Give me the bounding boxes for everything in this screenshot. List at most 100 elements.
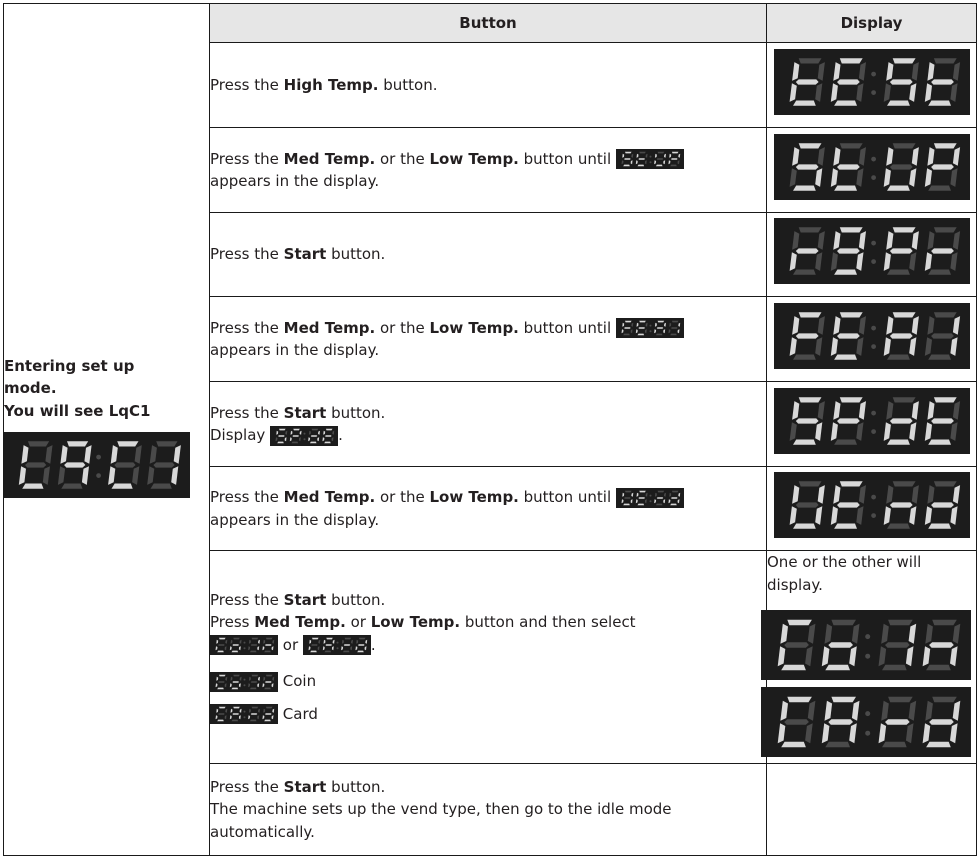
- segment-a: [892, 142, 916, 149]
- step-4-display: [766, 296, 977, 382]
- segment-g: [656, 158, 664, 160]
- segment-g: [930, 248, 954, 254]
- segment-a: [293, 428, 300, 430]
- segment-g: [623, 327, 631, 329]
- colon-dot: [870, 71, 876, 77]
- step-1-text-end: button.: [378, 75, 438, 94]
- step-4-button-name-b: Low Temp.: [429, 318, 519, 337]
- seven-segment-graphic: [773, 48, 970, 115]
- step-7-instruction: Press the Start button. Press Med Temp. …: [209, 550, 767, 764]
- step-4-inline-code: [615, 318, 684, 338]
- segment-a: [892, 57, 916, 64]
- segment-a: [933, 57, 957, 64]
- step-6-text: Press the: [210, 488, 284, 506]
- step-7-option-coin-label: Coin: [282, 672, 317, 691]
- step-4-instruction: Press the Med Temp. or the Low Temp. but…: [209, 296, 767, 382]
- segment-a: [798, 311, 821, 318]
- segment-a: [933, 481, 957, 487]
- step-5-period: .: [338, 426, 343, 444]
- step-4-text: Press the: [210, 318, 284, 337]
- segment-g: [670, 158, 678, 160]
- segment-a: [933, 396, 957, 403]
- segment-g: [828, 718, 853, 725]
- seven-segment-graphic: [302, 635, 371, 656]
- segment-a: [671, 490, 679, 492]
- segment-d: [150, 483, 172, 489]
- colon-dot: [870, 89, 876, 95]
- segment-a: [798, 227, 821, 233]
- segment-d: [926, 664, 951, 671]
- step-2-lcd: [773, 133, 970, 200]
- segment-g: [623, 496, 631, 499]
- segment-g: [638, 327, 645, 329]
- segment-a: [344, 638, 352, 640]
- colon-dot: [870, 494, 876, 500]
- intro-lcd-display: [4, 432, 190, 498]
- segment-a: [67, 441, 89, 447]
- step-7-code-card: [302, 635, 371, 656]
- colon-dot: [870, 174, 876, 180]
- segment-a: [624, 151, 632, 154]
- step-7-line2-button-a: Med Temp.: [254, 613, 346, 632]
- segment-a: [892, 396, 916, 403]
- seven-segment-graphic: [615, 487, 684, 508]
- colon-dot: [243, 641, 246, 644]
- segment-a: [798, 481, 821, 487]
- segment-g: [795, 502, 819, 508]
- seven-segment-graphic: [270, 425, 339, 446]
- colon-dot: [336, 641, 339, 644]
- step-5-display: [766, 381, 977, 467]
- step-8-text: Press the: [210, 777, 284, 796]
- segment-g: [343, 644, 351, 647]
- segment-d: [217, 650, 224, 653]
- seven-segment-graphic: [773, 133, 970, 200]
- segment-g: [114, 462, 136, 468]
- segment-a: [265, 638, 273, 640]
- segment-g: [232, 713, 239, 716]
- segment-g: [889, 79, 913, 85]
- segment-a: [671, 151, 679, 154]
- segment-d: [882, 664, 907, 671]
- segment-d: [833, 354, 857, 360]
- segment-g: [889, 248, 913, 254]
- segment-a: [932, 696, 957, 702]
- colon-dot: [870, 325, 876, 331]
- segment-d: [249, 650, 257, 653]
- seven-segment-graphic: [773, 218, 970, 285]
- segment-g: [670, 327, 678, 329]
- colon-dot: [865, 653, 871, 659]
- segment-g: [930, 164, 954, 170]
- step-2-instruction: Press the Med Temp. or the Low Temp. but…: [209, 127, 767, 213]
- step-7-lcd-coin: [761, 610, 971, 680]
- segment-g: [930, 79, 954, 85]
- segment-d: [792, 439, 816, 445]
- segment-g: [325, 434, 332, 437]
- step-6-instruction: Press the Med Temp. or the Low Temp. but…: [209, 466, 767, 551]
- setup-instructions-sheet: Entering set up mode. You will see LqC1 …: [0, 0, 979, 856]
- step-7-line2-text: Press: [210, 613, 255, 632]
- segment-d: [927, 439, 951, 445]
- segment-g: [885, 642, 910, 648]
- colon-dot: [243, 678, 246, 681]
- segment-a: [219, 674, 226, 677]
- step-3-button-name: Start: [283, 245, 327, 264]
- segment-a: [311, 428, 319, 430]
- display-column-header: Display: [766, 3, 977, 43]
- segment-d: [927, 100, 951, 106]
- step-8-display-empty: [766, 763, 977, 856]
- segment-a: [639, 490, 646, 492]
- seven-segment-graphic: [761, 610, 971, 680]
- segment-g: [250, 680, 258, 683]
- segment-d: [792, 185, 816, 191]
- segment-d: [342, 650, 350, 653]
- segment-d: [886, 354, 910, 360]
- colon-dot: [865, 710, 871, 716]
- step-5-lcd: [773, 387, 970, 454]
- step-1-display: [766, 42, 977, 128]
- segment-g: [889, 333, 913, 339]
- segment-a: [311, 638, 319, 640]
- segment-g: [310, 434, 318, 437]
- segment-a: [892, 227, 916, 233]
- segment-d: [655, 333, 663, 336]
- colon-dot: [96, 473, 101, 478]
